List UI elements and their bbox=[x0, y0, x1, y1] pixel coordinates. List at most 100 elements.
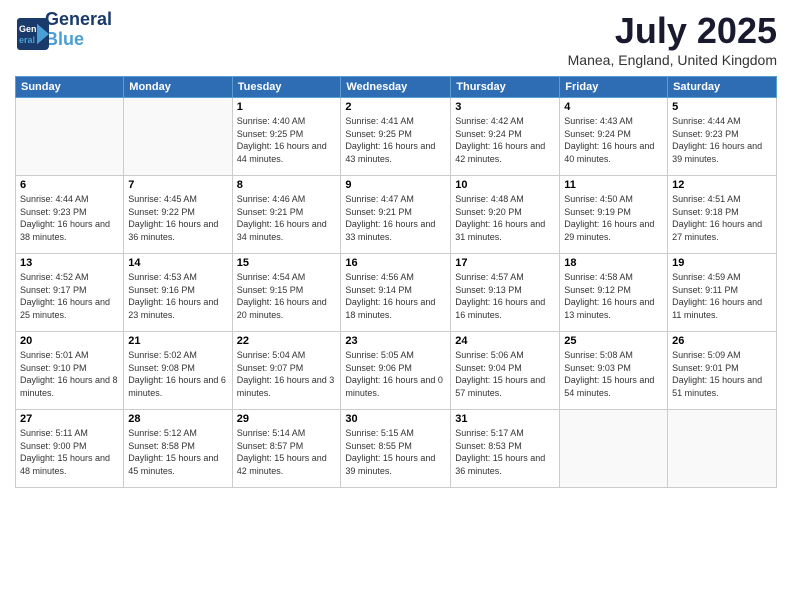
svg-text:Gen: Gen bbox=[19, 24, 37, 34]
day-number: 5 bbox=[672, 101, 772, 113]
calendar-cell: 2Sunrise: 4:41 AM Sunset: 9:25 PM Daylig… bbox=[341, 98, 451, 176]
calendar-cell: 25 Sunrise: 5:08 AM Sunset: 9:03 PM Dayli… bbox=[560, 332, 668, 410]
calendar-week-row: 6Sunrise: 4:44 AM Sunset: 9:23 PM Daylig… bbox=[16, 176, 777, 254]
day-info: Sunrise: 4:56 AM Sunset: 9:14 PM Dayligh… bbox=[345, 271, 446, 321]
day-number: 31 bbox=[455, 413, 555, 425]
day-info: Sunrise: 4:45 AM Sunset: 9:22 PM Dayligh… bbox=[128, 193, 227, 243]
calendar-week-row: 13Sunrise: 4:52 AM Sunset: 9:17 PM Dayli… bbox=[16, 254, 777, 332]
day-number: 7 bbox=[128, 179, 227, 191]
day-number: 15 bbox=[237, 257, 337, 269]
day-info: Sunrise: 4:50 AM Sunset: 9:19 PM Dayligh… bbox=[564, 193, 663, 243]
day-number: 12 bbox=[672, 179, 772, 191]
calendar-week-row: 27 Sunrise: 5:11 AM Sunset: 9:00 PM Dayli… bbox=[16, 410, 777, 488]
day-info: Sunrise: 5:02 AM Sunset: 9:08 PM Dayligh… bbox=[128, 349, 227, 399]
day-info: Sunrise: 4:44 AM Sunset: 9:23 PM Dayligh… bbox=[672, 115, 772, 165]
calendar-cell: 31 Sunrise: 5:17 AM Sunset: 8:53 PM Dayli… bbox=[451, 410, 560, 488]
calendar-cell: 20 Sunrise: 5:01 AM Sunset: 9:10 PM Dayli… bbox=[16, 332, 124, 410]
logo-line2: Blue bbox=[45, 30, 112, 50]
day-number: 14 bbox=[128, 257, 227, 269]
day-info: Sunrise: 4:43 AM Sunset: 9:24 PM Dayligh… bbox=[564, 115, 663, 165]
day-info: Sunrise: 5:08 AM Sunset: 9:03 PM Dayligh… bbox=[564, 349, 663, 399]
day-info: Sunrise: 4:40 AM Sunset: 9:25 PM Dayligh… bbox=[237, 115, 337, 165]
day-info: Sunrise: 4:48 AM Sunset: 9:20 PM Dayligh… bbox=[455, 193, 555, 243]
day-info: Sunrise: 4:53 AM Sunset: 9:16 PM Dayligh… bbox=[128, 271, 227, 321]
calendar-cell: 28 Sunrise: 5:12 AM Sunset: 8:58 PM Dayli… bbox=[124, 410, 232, 488]
calendar-cell: 23 Sunrise: 5:05 AM Sunset: 9:06 PM Dayli… bbox=[341, 332, 451, 410]
logo-line1: General bbox=[45, 10, 112, 30]
calendar-cell: 9 Sunrise: 4:47 AM Sunset: 9:21 PM Daylig… bbox=[341, 176, 451, 254]
day-info: Sunrise: 5:17 AM Sunset: 8:53 PM Dayligh… bbox=[455, 427, 555, 477]
day-number: 17 bbox=[455, 257, 555, 269]
day-number: 11 bbox=[564, 179, 663, 191]
location: Manea, England, United Kingdom bbox=[568, 52, 777, 68]
weekday-header: Monday bbox=[124, 77, 232, 98]
day-info: Sunrise: 5:06 AM Sunset: 9:04 PM Dayligh… bbox=[455, 349, 555, 399]
day-number: 19 bbox=[672, 257, 772, 269]
calendar-header-row: SundayMondayTuesdayWednesdayThursdayFrid… bbox=[16, 77, 777, 98]
weekday-header: Sunday bbox=[16, 77, 124, 98]
day-info: Sunrise: 4:54 AM Sunset: 9:15 PM Dayligh… bbox=[237, 271, 337, 321]
calendar-week-row: 1 Sunrise: 4:40 AM Sunset: 9:25 PM Daylig… bbox=[16, 98, 777, 176]
day-number: 4 bbox=[564, 101, 663, 113]
day-number: 3 bbox=[455, 101, 555, 113]
day-number: 2 bbox=[345, 101, 446, 113]
calendar-cell: 5 Sunrise: 4:44 AM Sunset: 9:23 PM Daylig… bbox=[668, 98, 777, 176]
calendar-cell: 18Sunrise: 4:58 AM Sunset: 9:12 PM Dayli… bbox=[560, 254, 668, 332]
day-number: 26 bbox=[672, 335, 772, 347]
day-info: Sunrise: 5:01 AM Sunset: 9:10 PM Dayligh… bbox=[20, 349, 119, 399]
day-info: Sunrise: 5:09 AM Sunset: 9:01 PM Dayligh… bbox=[672, 349, 772, 399]
calendar-cell: 16 Sunrise: 4:56 AM Sunset: 9:14 PM Dayli… bbox=[341, 254, 451, 332]
logo: Gen eral General Blue bbox=[15, 10, 112, 50]
day-number: 16 bbox=[345, 257, 446, 269]
day-number: 20 bbox=[20, 335, 119, 347]
calendar-cell: 10 Sunrise: 4:48 AM Sunset: 9:20 PM Dayli… bbox=[451, 176, 560, 254]
calendar-cell: 14 Sunrise: 4:53 AM Sunset: 9:16 PM Dayli… bbox=[124, 254, 232, 332]
calendar-cell: 15 Sunrise: 4:54 AM Sunset: 9:15 PM Dayli… bbox=[232, 254, 341, 332]
calendar-cell: 3 Sunrise: 4:42 AM Sunset: 9:24 PM Daylig… bbox=[451, 98, 560, 176]
day-number: 29 bbox=[237, 413, 337, 425]
calendar-cell: 22Sunrise: 5:04 AM Sunset: 9:07 PM Dayli… bbox=[232, 332, 341, 410]
day-number: 27 bbox=[20, 413, 119, 425]
day-number: 28 bbox=[128, 413, 227, 425]
day-info: Sunrise: 4:52 AM Sunset: 9:17 PM Dayligh… bbox=[20, 271, 119, 321]
svg-text:eral: eral bbox=[19, 35, 35, 45]
calendar-table: SundayMondayTuesdayWednesdayThursdayFrid… bbox=[15, 76, 777, 488]
day-number: 8 bbox=[237, 179, 337, 191]
day-info: Sunrise: 5:11 AM Sunset: 9:00 PM Dayligh… bbox=[20, 427, 119, 477]
day-number: 10 bbox=[455, 179, 555, 191]
calendar-cell bbox=[16, 98, 124, 176]
calendar-cell: 8 Sunrise: 4:46 AM Sunset: 9:21 PM Daylig… bbox=[232, 176, 341, 254]
calendar-cell: 11 Sunrise: 4:50 AM Sunset: 9:19 PM Dayli… bbox=[560, 176, 668, 254]
day-number: 9 bbox=[345, 179, 446, 191]
calendar-cell: 6Sunrise: 4:44 AM Sunset: 9:23 PM Daylig… bbox=[16, 176, 124, 254]
weekday-header: Wednesday bbox=[341, 77, 451, 98]
day-number: 23 bbox=[345, 335, 446, 347]
day-number: 1 bbox=[237, 101, 337, 113]
day-info: Sunrise: 5:05 AM Sunset: 9:06 PM Dayligh… bbox=[345, 349, 446, 399]
weekday-header: Thursday bbox=[451, 77, 560, 98]
day-info: Sunrise: 4:51 AM Sunset: 9:18 PM Dayligh… bbox=[672, 193, 772, 243]
calendar-cell: 4 Sunrise: 4:43 AM Sunset: 9:24 PM Daylig… bbox=[560, 98, 668, 176]
calendar-cell bbox=[124, 98, 232, 176]
calendar-cell: 19 Sunrise: 4:59 AM Sunset: 9:11 PM Dayli… bbox=[668, 254, 777, 332]
weekday-header: Saturday bbox=[668, 77, 777, 98]
day-info: Sunrise: 4:58 AM Sunset: 9:12 PM Dayligh… bbox=[564, 271, 663, 321]
day-number: 24 bbox=[455, 335, 555, 347]
day-info: Sunrise: 4:59 AM Sunset: 9:11 PM Dayligh… bbox=[672, 271, 772, 321]
calendar-cell: 29 Sunrise: 5:14 AM Sunset: 8:57 PM Dayli… bbox=[232, 410, 341, 488]
day-info: Sunrise: 4:47 AM Sunset: 9:21 PM Dayligh… bbox=[345, 193, 446, 243]
day-info: Sunrise: 5:12 AM Sunset: 8:58 PM Dayligh… bbox=[128, 427, 227, 477]
day-number: 6 bbox=[20, 179, 119, 191]
calendar-cell: 13Sunrise: 4:52 AM Sunset: 9:17 PM Dayli… bbox=[16, 254, 124, 332]
day-info: Sunrise: 4:42 AM Sunset: 9:24 PM Dayligh… bbox=[455, 115, 555, 165]
title-block: July 2025 Manea, England, United Kingdom bbox=[568, 10, 777, 68]
logo-text: General Blue bbox=[45, 10, 112, 50]
day-info: Sunrise: 5:14 AM Sunset: 8:57 PM Dayligh… bbox=[237, 427, 337, 477]
calendar-cell: 26 Sunrise: 5:09 AM Sunset: 9:01 PM Dayli… bbox=[668, 332, 777, 410]
page: Gen eral General Blue July 2025 Manea, E… bbox=[0, 0, 792, 612]
day-number: 25 bbox=[564, 335, 663, 347]
calendar-cell bbox=[560, 410, 668, 488]
day-number: 21 bbox=[128, 335, 227, 347]
day-info: Sunrise: 4:46 AM Sunset: 9:21 PM Dayligh… bbox=[237, 193, 337, 243]
calendar-cell: 27 Sunrise: 5:11 AM Sunset: 9:00 PM Dayli… bbox=[16, 410, 124, 488]
